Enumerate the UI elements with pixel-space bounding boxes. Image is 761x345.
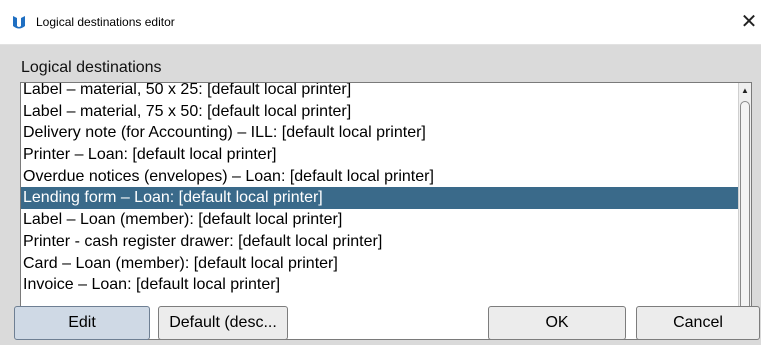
destinations-listbox[interactable]: Label – material, 50 x 25: [default loca… (20, 82, 752, 340)
list-item[interactable]: Overdue notices (envelopes) – Loan: [def… (21, 166, 739, 188)
window-title: Logical destinations editor (36, 15, 175, 29)
default-button[interactable]: Default (desc... (158, 306, 288, 340)
title-bar: Logical destinations editor ✕ (0, 0, 761, 45)
dialog-body: Logical destinations Label – material, 5… (0, 45, 761, 345)
app-icon (13, 16, 25, 29)
list-item[interactable]: Delivery note (for Accounting) – ILL: [d… (21, 122, 739, 144)
list-item[interactable]: Lending form – Loan: [default local prin… (21, 187, 739, 210)
edit-button[interactable]: Edit (14, 306, 150, 340)
close-icon[interactable]: ✕ (737, 8, 761, 36)
list-item[interactable]: Printer – Loan: [default local printer] (21, 144, 739, 166)
destinations-list: Label – material, 50 x 25: [default loca… (21, 83, 739, 296)
list-item[interactable]: Label – material, 75 x 50: [default loca… (21, 101, 739, 123)
list-item[interactable]: Invoice – Loan: [default local printer] (21, 274, 739, 296)
scroll-up-icon[interactable]: ▲ (739, 85, 751, 97)
vertical-scrollbar[interactable]: ▲ ▼ (738, 83, 751, 339)
list-item[interactable]: Label – material, 50 x 25: [default loca… (21, 83, 739, 101)
ok-button[interactable]: OK (488, 306, 626, 340)
section-label: Logical destinations (21, 59, 162, 76)
list-item[interactable]: Card – Loan (member): [default local pri… (21, 253, 739, 275)
cancel-button[interactable]: Cancel (636, 306, 760, 340)
list-item[interactable]: Printer - cash register drawer: [default… (21, 231, 739, 253)
scroll-thumb[interactable] (740, 101, 750, 323)
list-item[interactable]: Label – Loan (member): [default local pr… (21, 209, 739, 231)
